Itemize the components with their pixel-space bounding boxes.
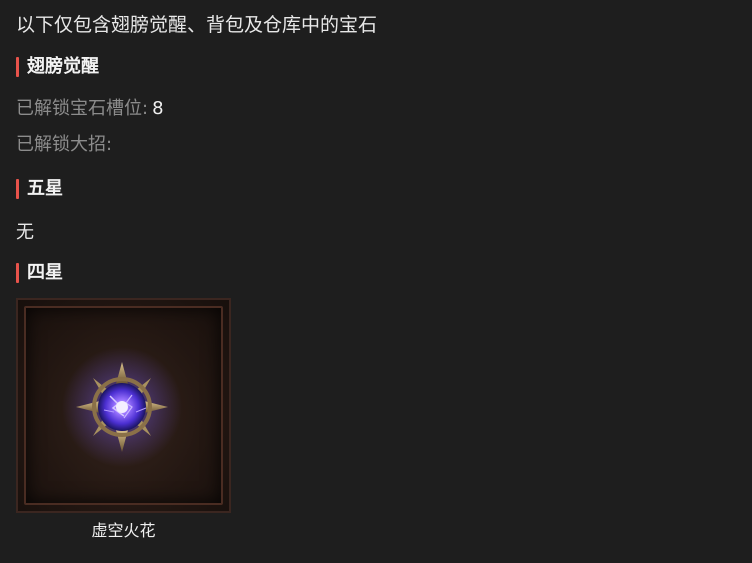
heading-accent-bar: [16, 263, 19, 283]
unlocked-ult-label: 已解锁大招:: [16, 134, 113, 155]
gem-name-void-spark: 虚空火花: [91, 521, 156, 540]
section-title-wings: 翅膀觉醒: [27, 56, 99, 77]
unlocked-slots-line: 已解锁宝石槽位: 8: [16, 97, 164, 121]
heading-accent-bar: [16, 179, 19, 199]
unlocked-ult-line: 已解锁大招:: [16, 133, 116, 157]
section-heading-wings: 翅膀觉醒: [16, 56, 99, 78]
unlocked-slots-value: 8: [152, 98, 164, 119]
intro-text: 以下仅包含翅膀觉醒、背包及仓库中的宝石: [16, 14, 378, 36]
section-title-five-star: 五星: [27, 178, 63, 199]
section-heading-four-star: 四星: [16, 262, 63, 284]
unlocked-slots-label: 已解锁宝石槽位:: [16, 98, 149, 119]
heading-accent-bar: [16, 57, 19, 77]
five-star-empty-text: 无: [16, 222, 34, 243]
void-spark-gem-icon: [62, 347, 182, 467]
section-title-four-star: 四星: [27, 262, 63, 283]
gem-card-void-spark[interactable]: [16, 298, 231, 513]
section-heading-five-star: 五星: [16, 178, 63, 200]
